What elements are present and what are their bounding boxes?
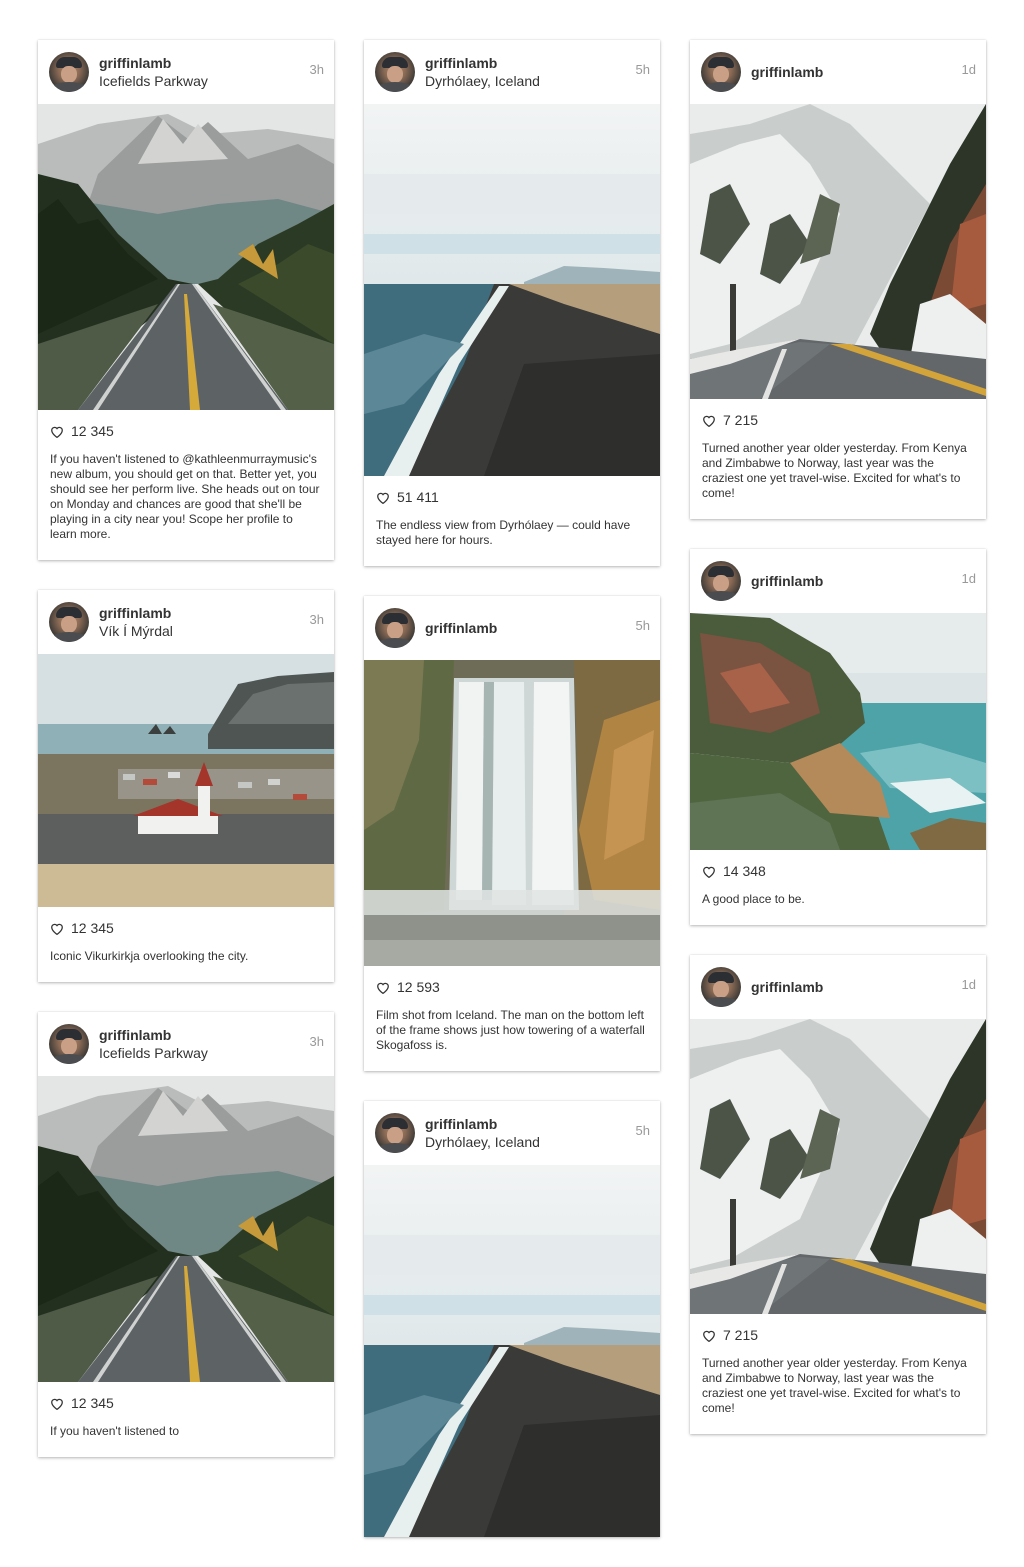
post-caption: A good place to be. <box>702 892 805 906</box>
username[interactable]: griffinlamb <box>425 619 497 637</box>
post-header: griffinlamb Icefields Parkway 3h <box>38 1012 334 1076</box>
like-count-value: 7 215 <box>723 412 759 428</box>
avatar[interactable] <box>375 608 415 648</box>
heart-icon[interactable] <box>702 865 716 878</box>
like-count: 12 345 <box>50 1394 322 1412</box>
timestamp: 1d <box>961 62 976 77</box>
username[interactable]: griffinlamb <box>751 63 823 81</box>
post-caption: Turned another year older yesterday. Fro… <box>702 441 967 500</box>
like-count-value: 12 345 <box>71 1395 114 1411</box>
post-header: griffinlamb 1d <box>690 40 986 104</box>
post-photo-black-beach[interactable] <box>364 104 660 476</box>
location[interactable]: Dyrhólaey, Iceland <box>425 72 540 90</box>
post-header: griffinlamb Dyrhólaey, Iceland 5h <box>364 1101 660 1165</box>
location[interactable]: Vík Í Mýrdal <box>99 622 173 640</box>
avatar[interactable] <box>701 967 741 1007</box>
avatar[interactable] <box>49 52 89 92</box>
post-photo-snowy-mountain-road[interactable] <box>690 1019 986 1314</box>
post-caption: Turned another year older yesterday. Fro… <box>702 1356 967 1415</box>
username[interactable]: griffinlamb <box>99 604 173 622</box>
timestamp: 3h <box>309 1034 324 1049</box>
post-card: griffinlamb 1d 7 215 Turned another year… <box>690 40 986 519</box>
like-count: 7 215 <box>702 1326 974 1344</box>
timestamp: 5h <box>635 62 650 77</box>
username[interactable]: griffinlamb <box>751 572 823 590</box>
post-caption: Iconic Vikurkirkja overlooking the city. <box>50 949 249 963</box>
like-count-value: 7 215 <box>723 1327 759 1343</box>
avatar[interactable] <box>49 1024 89 1064</box>
like-count: 12 345 <box>50 919 322 937</box>
avatar[interactable] <box>701 52 741 92</box>
heart-icon[interactable] <box>376 981 390 994</box>
location[interactable]: Dyrhólaey, Iceland <box>425 1133 540 1151</box>
avatar[interactable] <box>49 602 89 642</box>
post-card: griffinlamb Vík Í Mýrdal 3h 12 345 Iconi… <box>38 590 334 982</box>
heart-icon[interactable] <box>702 414 716 427</box>
like-count-value: 12 593 <box>397 979 440 995</box>
like-count-value: 14 348 <box>723 863 766 879</box>
like-count: 12 593 <box>376 978 648 996</box>
like-count: 14 348 <box>702 862 974 880</box>
avatar[interactable] <box>701 561 741 601</box>
feed-column-3: griffinlamb 1d 7 215 Turned another year… <box>690 40 986 1464</box>
post-photo-mountain-road[interactable] <box>38 104 334 410</box>
post-photo-snowy-mountain-road[interactable] <box>690 104 986 399</box>
post-photo-mountain-road[interactable] <box>38 1076 334 1382</box>
post-card: griffinlamb Icefields Parkway 3h 12 345 … <box>38 1012 334 1457</box>
username[interactable]: griffinlamb <box>751 978 823 996</box>
post-header: griffinlamb Dyrhólaey, Iceland 5h <box>364 40 660 104</box>
timestamp: 1d <box>961 977 976 992</box>
location[interactable]: Icefields Parkway <box>99 72 208 90</box>
timestamp: 5h <box>635 618 650 633</box>
avatar[interactable] <box>375 1113 415 1153</box>
heart-icon[interactable] <box>50 1397 64 1410</box>
post-card: griffinlamb Dyrhólaey, Iceland 5h <box>364 1101 660 1537</box>
heart-icon[interactable] <box>702 1329 716 1342</box>
post-card: griffinlamb Dyrhólaey, Iceland 5h <box>364 40 660 566</box>
like-count: 12 345 <box>50 422 322 440</box>
timestamp: 5h <box>635 1123 650 1138</box>
post-card: griffinlamb Icefields Parkway 3h 12 345 … <box>38 40 334 560</box>
post-photo-black-beach[interactable] <box>364 1165 660 1537</box>
post-caption: If you haven't listened to @kathleenmurr… <box>50 452 320 541</box>
like-count-value: 12 345 <box>71 423 114 439</box>
post-photo-waterfall[interactable] <box>364 660 660 966</box>
location[interactable]: Icefields Parkway <box>99 1044 208 1062</box>
post-header: griffinlamb 5h <box>364 596 660 660</box>
post-header: griffinlamb 1d <box>690 549 986 613</box>
timestamp: 1d <box>961 571 976 586</box>
username[interactable]: griffinlamb <box>99 54 208 72</box>
post-card: griffinlamb 5h 12 593 Film shot from Ice… <box>364 596 660 1071</box>
post-caption: If you haven't listened to <box>50 1424 180 1438</box>
post-caption: The endless view from Dyrhólaey — could … <box>376 518 631 547</box>
post-card: griffinlamb 1d 14 348 A good place to be… <box>690 549 986 925</box>
feed-column-1: griffinlamb Icefields Parkway 3h 12 345 … <box>38 40 334 1487</box>
heart-icon[interactable] <box>376 491 390 504</box>
heart-icon[interactable] <box>50 922 64 935</box>
post-photo-church-village[interactable] <box>38 654 334 907</box>
like-count-value: 12 345 <box>71 920 114 936</box>
username[interactable]: griffinlamb <box>425 54 540 72</box>
username[interactable]: griffinlamb <box>99 1026 208 1044</box>
avatar[interactable] <box>375 52 415 92</box>
post-card: griffinlamb 1d 7 215 Turned another year… <box>690 955 986 1434</box>
post-header: griffinlamb 1d <box>690 955 986 1019</box>
like-count: 51 411 <box>376 488 648 506</box>
like-count-value: 51 411 <box>397 489 439 505</box>
post-caption: Film shot from Iceland. The man on the b… <box>376 1008 645 1052</box>
post-photo-sea-cliff[interactable] <box>690 613 986 850</box>
post-header: griffinlamb Vík Í Mýrdal 3h <box>38 590 334 654</box>
feed-column-2: griffinlamb Dyrhólaey, Iceland 5h 51 411… <box>364 40 660 1567</box>
timestamp: 3h <box>309 612 324 627</box>
timestamp: 3h <box>309 62 324 77</box>
like-count: 7 215 <box>702 411 974 429</box>
username[interactable]: griffinlamb <box>425 1115 540 1133</box>
heart-icon[interactable] <box>50 425 64 438</box>
post-header: griffinlamb Icefields Parkway 3h <box>38 40 334 104</box>
